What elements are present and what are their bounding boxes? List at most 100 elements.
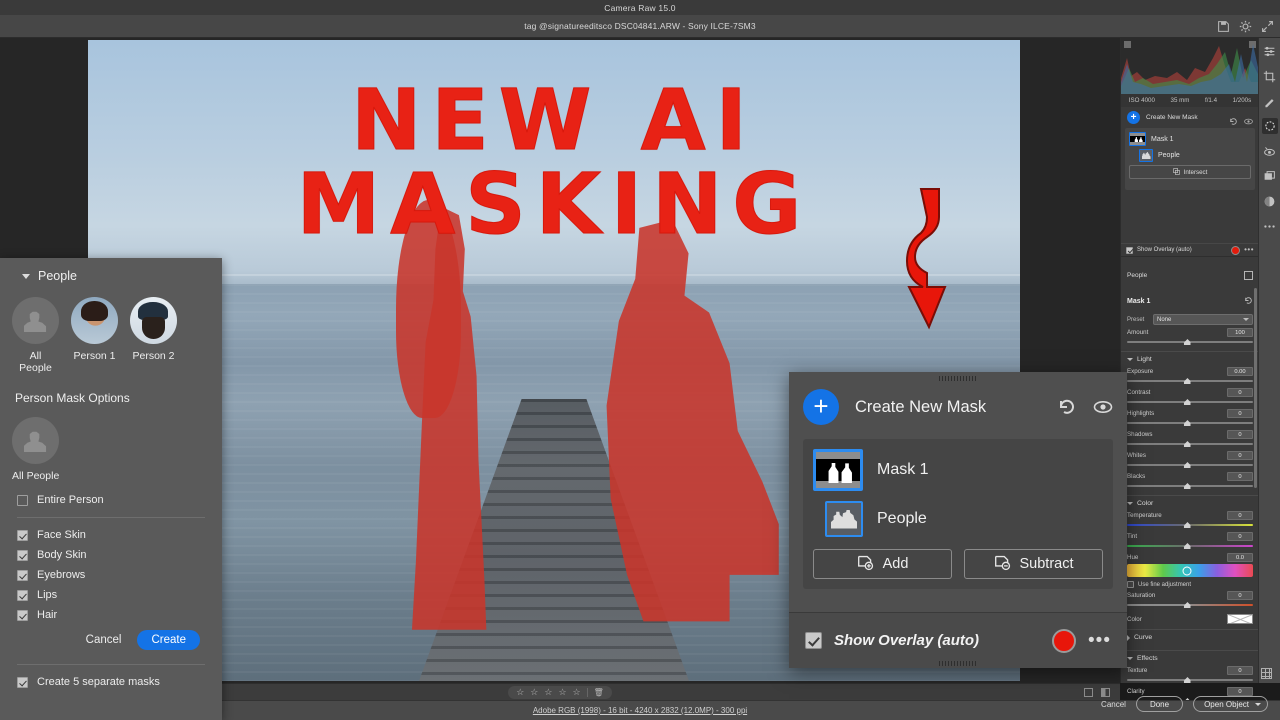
create-new-mask-callout[interactable]: + Create New Mask Mask 1 People	[789, 372, 1127, 668]
create-new-mask-header[interactable]: + Create New Mask	[1121, 107, 1259, 128]
masking-icon[interactable]	[1262, 118, 1278, 134]
slider-whites[interactable]: Whites0	[1127, 451, 1253, 469]
slider-track[interactable]	[1127, 542, 1253, 550]
star-3[interactable]: ☆	[544, 687, 552, 698]
checkbox-body-skin[interactable]: Body Skin	[0, 549, 222, 561]
flyout-buttons[interactable]: Cancel Create	[0, 621, 222, 650]
create-button[interactable]: Create	[137, 630, 200, 650]
slider-tint[interactable]: Tint0	[1127, 532, 1253, 550]
people-mask-thumbnail[interactable]	[1139, 149, 1153, 162]
amount-value[interactable]: 100	[1227, 328, 1253, 337]
action-bar[interactable]: Cancel Done Open Object	[1050, 688, 1280, 720]
slider-saturation[interactable]: Saturation0	[1127, 591, 1253, 609]
people-mask-options-flyout[interactable]: People All People Person 1 Person 2 Pers…	[0, 258, 222, 720]
people-flyout-header[interactable]: People	[0, 258, 222, 283]
slider-track[interactable]	[1127, 521, 1253, 529]
edit-sliders-icon[interactable]	[1262, 43, 1278, 59]
reset-icon[interactable]	[1244, 292, 1253, 310]
amount-slider[interactable]: Amount 100	[1127, 328, 1253, 346]
people-thumb-person-2[interactable]: Person 2	[130, 297, 177, 374]
panel-scrollbar[interactable]	[1254, 288, 1257, 488]
effects-section-header[interactable]: Effects	[1127, 655, 1253, 662]
star-2[interactable]: ☆	[530, 687, 538, 698]
checkbox-hair[interactable]: Hair	[0, 609, 222, 621]
people-mask-thumbnail[interactable]	[825, 501, 863, 537]
intersect-button[interactable]: Intersect	[1129, 165, 1251, 179]
chevron-down-icon[interactable]	[1255, 703, 1261, 706]
amount-track[interactable]	[1127, 338, 1253, 346]
use-fine-adjustment-checkbox[interactable]	[1127, 581, 1134, 588]
slider-value[interactable]: 0	[1227, 409, 1253, 418]
color-swatch-row[interactable]: Color	[1127, 614, 1253, 624]
checkbox-face-skin[interactable]: Face Skin	[0, 529, 222, 541]
callout-mask-row[interactable]: Mask 1	[813, 449, 1103, 491]
callout-add-subtract[interactable]: Add Subtract	[813, 549, 1103, 579]
slider-value[interactable]: 0	[1227, 388, 1253, 397]
checkbox-box[interactable]	[17, 550, 28, 561]
color-section-header[interactable]: Color	[1127, 500, 1253, 507]
eye-icon[interactable]	[1244, 113, 1253, 122]
crop-icon[interactable]	[1262, 68, 1278, 84]
callout-mask-list[interactable]: Mask 1 People Add Subtract	[803, 439, 1113, 589]
fullscreen-icon[interactable]	[1261, 20, 1274, 33]
subtract-button[interactable]: Subtract	[964, 549, 1103, 579]
more-ellipsis-icon[interactable]	[1262, 218, 1278, 234]
checkbox-box[interactable]	[17, 677, 28, 688]
open-object-button[interactable]: Open Object	[1193, 696, 1268, 712]
overlay-color-swatch[interactable]	[1231, 246, 1240, 255]
adjustment-panel[interactable]: Mask 1 Preset None Amount 100	[1121, 288, 1259, 700]
slider-track[interactable]	[1127, 601, 1253, 609]
slider-value[interactable]: 0	[1227, 451, 1253, 460]
healing-brush-icon[interactable]	[1262, 93, 1278, 109]
save-image-icon[interactable]	[1217, 20, 1230, 33]
slider-track[interactable]	[1127, 398, 1253, 406]
slider-track[interactable]	[1127, 676, 1253, 684]
checkbox-create-separate-masks[interactable]: Create 5 separate masks	[0, 676, 222, 688]
drag-grip-bottom[interactable]	[939, 661, 977, 666]
slider-value[interactable]: 0	[1227, 532, 1253, 541]
color-swatch[interactable]	[1227, 614, 1253, 624]
filmstrip-grid-icon[interactable]	[1261, 668, 1272, 679]
presets-icon[interactable]	[1262, 168, 1278, 184]
overlay-color-swatch[interactable]	[1052, 629, 1076, 653]
mask-list-item-mask1[interactable]: Mask 1	[1129, 132, 1251, 146]
cancel-button[interactable]: Cancel	[86, 634, 122, 646]
done-button[interactable]: Done	[1136, 696, 1183, 712]
preset-select[interactable]: None	[1153, 314, 1253, 325]
workflow-options-link[interactable]: Adobe RGB (1998) - 16 bit - 4240 x 2832 …	[533, 706, 747, 715]
slider-highlights[interactable]: Highlights0	[1127, 409, 1253, 427]
slider-track[interactable]	[1127, 440, 1253, 448]
show-overlay-row[interactable]: Show Overlay (auto) •••	[1121, 243, 1259, 257]
cancel-button[interactable]: Cancel	[1101, 700, 1126, 709]
star-1[interactable]: ☆	[516, 687, 524, 698]
slider-value[interactable]: 0.00	[1227, 367, 1253, 376]
use-fine-adjustment-row[interactable]: Use fine adjustment	[1127, 581, 1253, 588]
mask-thumbnail[interactable]	[1129, 132, 1146, 146]
slider-value[interactable]: 0	[1227, 666, 1253, 675]
hue-control[interactable]: Hue0.0	[1127, 553, 1253, 577]
checkbox-box[interactable]	[17, 530, 28, 541]
slider-exposure[interactable]: Exposure0.00	[1127, 367, 1253, 385]
mask-thumbnail[interactable]	[813, 449, 863, 491]
curve-section[interactable]: Curve	[1121, 629, 1259, 650]
eye-icon[interactable]	[1093, 397, 1113, 417]
preferences-gear-icon[interactable]	[1239, 20, 1252, 33]
add-button[interactable]: Add	[813, 549, 952, 579]
slider-track[interactable]	[1127, 419, 1253, 427]
people-section-row[interactable]: People	[1121, 267, 1259, 283]
preset-row[interactable]: Preset None	[1127, 314, 1253, 325]
mask-list[interactable]: Mask 1 People Intersect	[1125, 128, 1255, 190]
checkbox-box[interactable]	[17, 610, 28, 621]
slider-value[interactable]: 0	[1227, 591, 1253, 600]
star-4[interactable]: ☆	[558, 687, 566, 698]
create-new-mask-plus-icon[interactable]: +	[803, 389, 839, 425]
checkbox-eyebrows[interactable]: Eyebrows	[0, 569, 222, 581]
reject-trash-icon[interactable]: 🗑	[587, 688, 604, 697]
red-eye-icon[interactable]	[1262, 143, 1278, 159]
undo-icon[interactable]	[1057, 397, 1077, 417]
slider-track[interactable]	[1127, 482, 1253, 490]
edit-people-icon[interactable]	[1244, 271, 1253, 280]
show-overlay-checkbox[interactable]	[1126, 247, 1133, 254]
hue-spectrum[interactable]	[1127, 564, 1253, 577]
slider-blacks[interactable]: Blacks0	[1127, 472, 1253, 490]
